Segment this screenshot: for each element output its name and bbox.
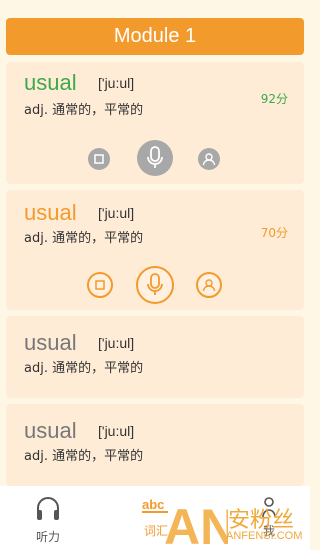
word-card[interactable]: usual ['ju:ul] adj. 通常的，平常的 <box>6 404 304 486</box>
definition-text: adj. 通常的，平常的 <box>24 449 144 464</box>
stop-button[interactable] <box>88 148 110 170</box>
tab-listening[interactable]: 听力 <box>22 496 74 545</box>
headphones-icon <box>37 497 59 520</box>
an-logo: AN <box>164 499 228 550</box>
word-text: usual <box>24 418 77 443</box>
definition-text: adj. 通常的，平常的 <box>24 103 144 118</box>
score-badge: 92分 <box>260 92 288 106</box>
page-title: Module 1 <box>113 25 197 47</box>
stop-icon <box>95 280 105 290</box>
word-text: usual <box>24 330 77 355</box>
microphone-icon <box>147 273 163 295</box>
svg-text:AN: AN <box>164 499 228 550</box>
watermark-logo: AN 安粉丝 ANFENSI.COM <box>162 496 302 550</box>
record-button[interactable] <box>137 140 173 176</box>
module-title-bar: Module 1 <box>6 18 304 55</box>
word-card[interactable]: usual ['ju:ul] adj. 通常的，平常的 <box>6 316 304 398</box>
stop-button[interactable] <box>87 272 113 298</box>
phonetic-text: ['ju:ul] <box>98 75 135 91</box>
tab-label: 听力 <box>35 530 60 544</box>
score-badge: 70分 <box>260 226 288 240</box>
word-card: usual ['ju:ul] adj. 通常的，平常的 70分 <box>6 190 304 310</box>
playback-button[interactable] <box>196 272 222 298</box>
phonetic-text: ['ju:ul] <box>98 335 135 351</box>
word-card: usual ['ju:ul] adj. 通常的，平常的 92分 <box>6 62 304 184</box>
word-text: usual <box>24 70 77 95</box>
stop-icon <box>94 154 104 164</box>
microphone-icon <box>147 146 163 168</box>
word-text: usual <box>24 200 77 225</box>
person-icon <box>202 279 216 292</box>
playback-button[interactable] <box>198 148 220 170</box>
record-button[interactable] <box>136 266 174 304</box>
phonetic-text: ['ju:ul] <box>98 423 135 439</box>
definition-text: adj. 通常的，平常的 <box>24 231 144 246</box>
definition-text: adj. 通常的，平常的 <box>24 361 144 376</box>
phonetic-text: ['ju:ul] <box>98 205 135 221</box>
person-icon <box>202 153 216 166</box>
watermark-en: ANFENSI.COM <box>226 530 303 542</box>
